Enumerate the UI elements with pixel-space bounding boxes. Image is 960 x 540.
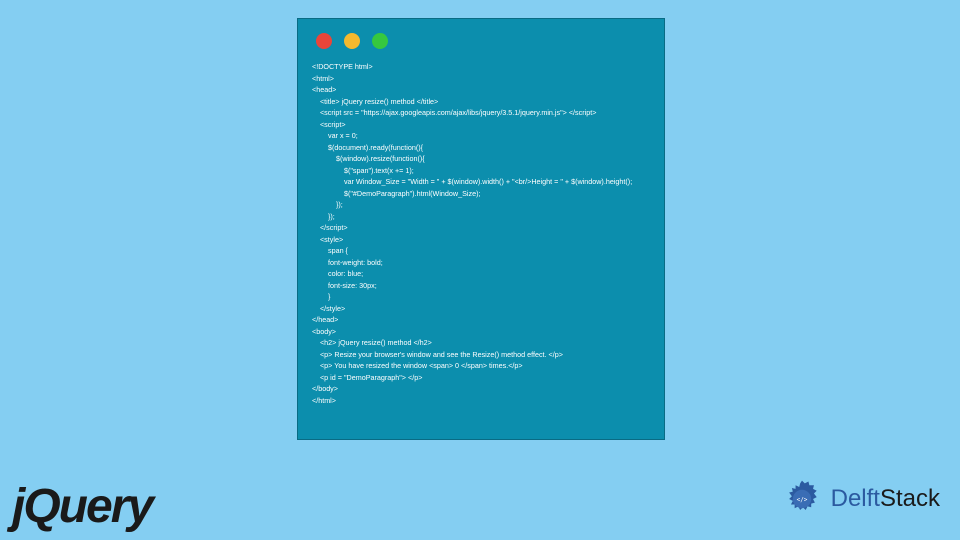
close-icon (316, 33, 332, 49)
delftstack-logo: </> DelftStack (779, 476, 940, 522)
minimize-icon (344, 33, 360, 49)
delftstack-text: DelftStack (831, 485, 940, 513)
delftstack-gear-icon: </> (779, 476, 825, 522)
delft-prefix: Delft (831, 485, 880, 512)
delft-suffix: Stack (880, 485, 940, 512)
window-traffic-lights (316, 33, 650, 49)
jquery-logo: jQuery (12, 479, 152, 534)
maximize-icon (372, 33, 388, 49)
jquery-logo-text: jQuery (12, 480, 152, 533)
code-content: <!DOCTYPE html> <html> <head> <title> jQ… (312, 61, 650, 406)
svg-text:</>: </> (796, 496, 807, 503)
code-snippet-window: <!DOCTYPE html> <html> <head> <title> jQ… (297, 18, 665, 440)
